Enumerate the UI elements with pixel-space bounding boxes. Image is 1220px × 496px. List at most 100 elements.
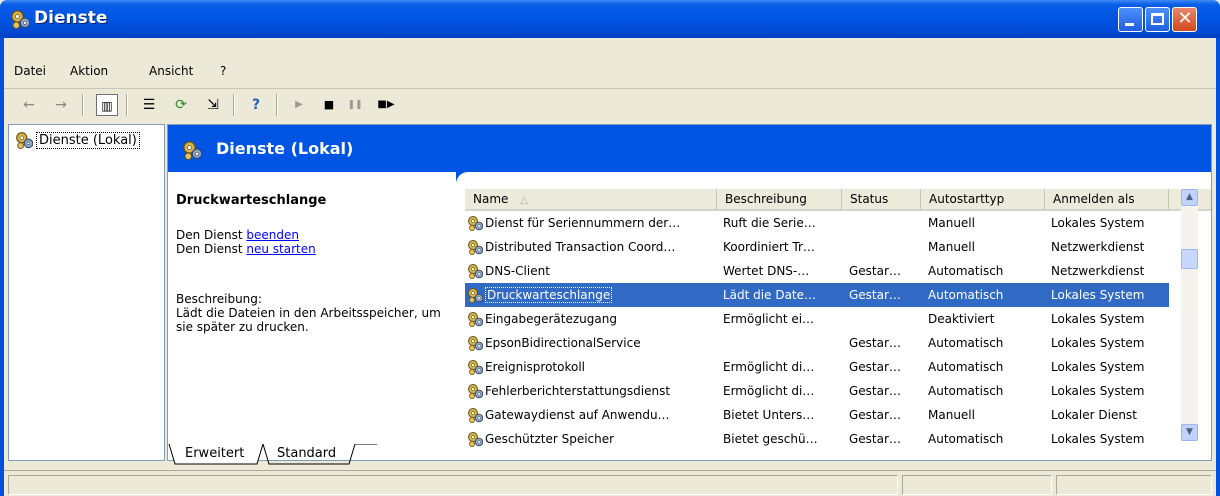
services-list[interactable]: Name △ Beschreibung Status Autostarttyp A… <box>465 189 1211 447</box>
cell-desc: Ermöglicht ei… <box>723 312 815 326</box>
cell-name: Ereignisprotokoll <box>485 355 717 379</box>
menu-help[interactable]: ? <box>220 64 226 78</box>
start-service-icon[interactable]: ▶ <box>288 94 310 116</box>
maximize-button[interactable] <box>1145 7 1170 32</box>
cell-desc: Koordiniert Tr… <box>723 240 815 254</box>
cell-logon: Lokales System <box>1051 336 1145 350</box>
services-gear-icon <box>183 141 202 160</box>
table-row[interactable]: Dienst für Seriennummern der… Ruft die Se… <box>465 211 1169 235</box>
export-list-icon[interactable]: ⇲ <box>202 94 224 116</box>
chevron-down-icon: ▼ <box>1186 427 1193 437</box>
tree-item-label: Dienste (Lokal) <box>36 131 140 149</box>
cell-logon: Lokales System <box>1051 312 1145 326</box>
service-gear-icon <box>468 336 483 351</box>
cell-start: Deaktiviert <box>928 312 995 326</box>
details-restart-line: Den Dienst neu starten <box>176 242 456 256</box>
column-header-startup-type[interactable]: Autostarttyp <box>921 189 1045 211</box>
stop-service-link[interactable]: beenden <box>246 228 299 242</box>
service-name: Dienst für Seriennummern der… <box>485 216 681 230</box>
title-bar[interactable]: Dienste ✕ <box>0 0 1220 38</box>
cell-start: Automatisch <box>928 384 1004 398</box>
cell-name: Dienst für Seriennummern der… <box>485 211 717 235</box>
cell-status: Gestar… <box>849 384 901 398</box>
table-row[interactable]: Gatewaydienst auf Anwendu… Bietet Unters…… <box>465 403 1169 427</box>
panel-title: Dienste (Lokal) <box>216 139 354 158</box>
service-gear-icon <box>468 360 483 375</box>
view-tabs: Erweitert Standard <box>167 444 1212 468</box>
minimize-button[interactable] <box>1118 7 1143 32</box>
panel-header: Dienste (Lokal) <box>168 125 1211 172</box>
cell-start: Automatisch <box>928 288 1004 302</box>
service-gear-icon <box>468 264 483 279</box>
cell-logon: Lokales System <box>1051 384 1145 398</box>
menu-ansicht[interactable]: Ansicht <box>149 64 193 78</box>
service-name: Distributed Transaction Coord… <box>485 240 676 254</box>
list-vertical-scrollbar[interactable]: ▲ ▼ <box>1181 189 1198 441</box>
scroll-thumb[interactable] <box>1181 249 1198 269</box>
cell-name: EpsonBidirectionalService <box>485 331 717 355</box>
table-row[interactable]: EpsonBidirectionalService Gestar… Automati… <box>465 331 1169 355</box>
stop-service-icon[interactable]: ■ <box>318 94 340 116</box>
table-row[interactable]: Eingabegerätezugang Ermöglicht ei… Deaktiv… <box>465 307 1169 331</box>
scroll-up-button[interactable]: ▲ <box>1181 189 1198 206</box>
service-name: Fehlerberichterstattungsdienst <box>485 384 671 398</box>
cell-status: Gestar… <box>849 360 901 374</box>
table-row[interactable]: Ereignisprotokoll Ermöglicht di… Gestar… Au… <box>465 355 1169 379</box>
maximize-icon <box>1151 13 1164 25</box>
restart-service-icon[interactable]: ■▶ <box>372 94 400 116</box>
cell-start: Automatisch <box>928 336 1004 350</box>
details-prefix: Den Dienst <box>176 228 243 242</box>
cell-status: Gestar… <box>849 336 901 350</box>
details-service-name: Druckwarteschlange <box>176 193 327 208</box>
details-stop-line: Den Dienst beenden <box>176 228 456 242</box>
table-row[interactable]: Druckwarteschlange Lädt die Date… Gestar… A… <box>465 283 1169 307</box>
help-icon[interactable]: ? <box>245 94 267 116</box>
cell-start: Manuell <box>928 408 975 422</box>
close-button[interactable]: ✕ <box>1172 7 1197 32</box>
column-header-status[interactable]: Status <box>842 189 921 211</box>
tab-standard[interactable]: Standard <box>269 444 344 466</box>
menu-datei[interactable]: Datei <box>14 64 46 78</box>
details-description: Beschreibung: Lädt die Dateien in den Ar… <box>176 292 456 334</box>
table-row[interactable]: DNS-Client Wertet DNS-… Gestar… Automatisch… <box>465 259 1169 283</box>
toolbar-separator <box>233 94 235 116</box>
service-gear-icon <box>468 312 483 327</box>
service-name: Ereignisprotokoll <box>485 360 585 374</box>
services-gear-icon <box>11 10 30 29</box>
scroll-down-button[interactable]: ▼ <box>1181 424 1198 441</box>
cell-desc: Ermöglicht di… <box>723 360 815 374</box>
restart-service-link[interactable]: neu starten <box>246 242 315 256</box>
cell-logon: Netzwerkdienst <box>1051 264 1145 278</box>
cell-start: Manuell <box>928 216 975 230</box>
description-label: Beschreibung: <box>176 292 262 306</box>
cell-start: Automatisch <box>928 360 1004 374</box>
table-row[interactable]: Fehlerberichterstattungsdienst Ermöglicht… <box>465 379 1169 403</box>
column-header-logon[interactable]: Anmelden als <box>1045 189 1169 211</box>
properties-icon[interactable]: ☰ <box>138 94 160 116</box>
refresh-icon[interactable]: ⟳ <box>170 94 192 116</box>
chevron-up-icon: ▲ <box>1186 192 1193 202</box>
console-tree-icon[interactable]: ▥ <box>96 94 118 116</box>
window-title: Dienste <box>34 8 108 28</box>
header-curve-fill <box>168 172 456 186</box>
description-text: Lädt die Dateien in den Arbeitsspeicher,… <box>176 306 441 334</box>
service-gear-icon <box>468 288 483 303</box>
tree-item-dienste-lokal[interactable]: Dienste (Lokal) <box>15 131 140 149</box>
status-segment <box>902 475 1052 495</box>
service-name: DNS-Client <box>485 264 550 278</box>
forward-arrow-icon[interactable]: → <box>50 94 72 116</box>
cell-desc: Wertet DNS-… <box>723 264 810 278</box>
cell-name: DNS-Client <box>485 259 717 283</box>
menu-aktion[interactable]: Aktion <box>70 64 108 78</box>
toolbar-separator <box>82 94 84 116</box>
cell-logon: Netzwerkdienst <box>1051 240 1145 254</box>
column-header-name[interactable]: Name △ <box>465 189 717 211</box>
table-row[interactable]: Distributed Transaction Coord… Koordinier… <box>465 235 1169 259</box>
back-arrow-icon[interactable]: ← <box>18 94 40 116</box>
tab-erweitert[interactable]: Erweitert <box>177 444 252 466</box>
column-header-description[interactable]: Beschreibung <box>717 189 842 211</box>
column-label: Name <box>473 192 509 206</box>
pause-service-icon[interactable]: ❚❚ <box>344 94 366 116</box>
cell-desc: Ruft die Serie… <box>723 216 816 230</box>
console-tree[interactable]: Dienste (Lokal) <box>8 124 165 461</box>
